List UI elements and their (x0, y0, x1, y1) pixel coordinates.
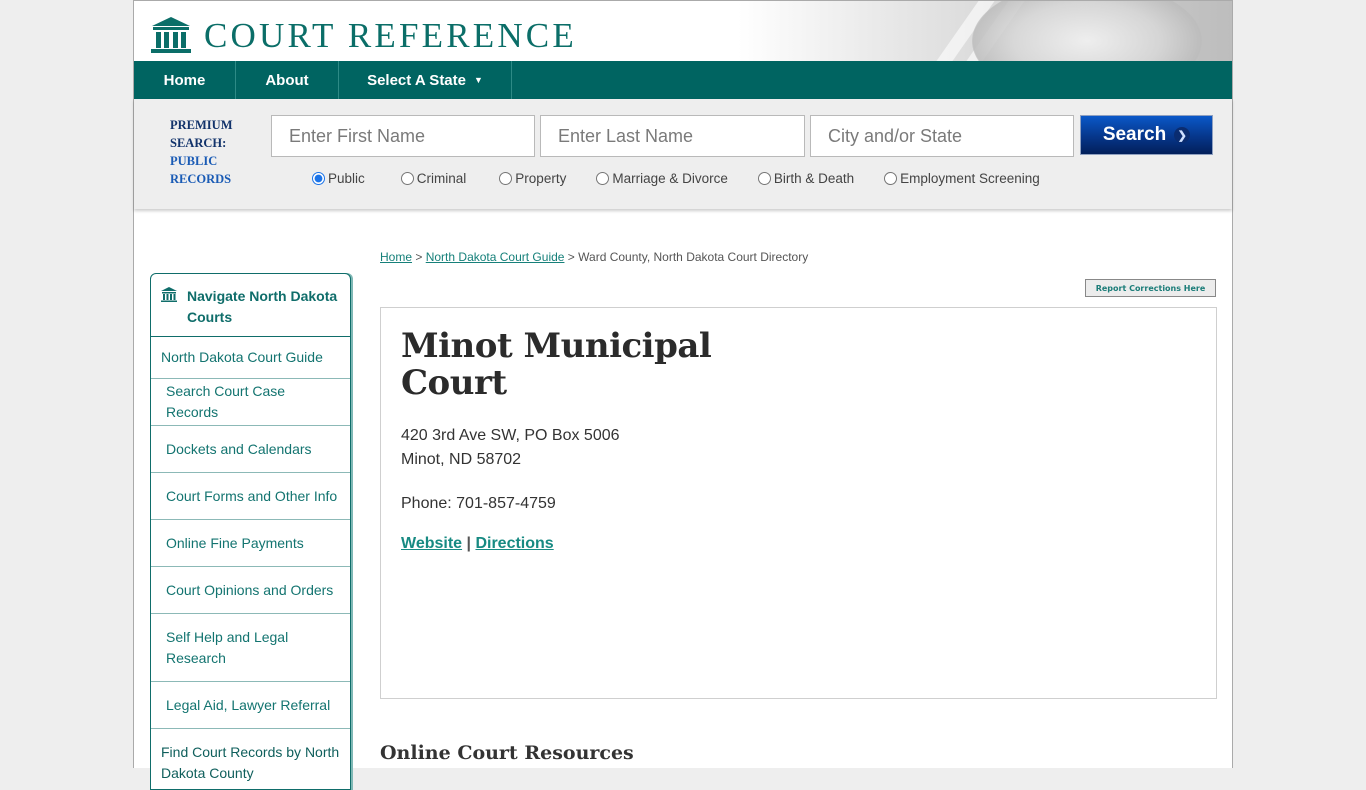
courthouse-icon (161, 287, 177, 302)
radio-label: Public (328, 171, 365, 186)
premium-label-line: RECORDS (170, 172, 232, 186)
caret-down-icon: ▼ (474, 75, 483, 85)
page-container: COURT REFERENCE Home About Select A Stat… (133, 0, 1233, 790)
radio-criminal-input[interactable] (400, 172, 414, 185)
city-state-input[interactable] (810, 115, 1074, 157)
breadcrumb: Home > North Dakota Court Guide > Ward C… (380, 250, 808, 264)
search-panel: PREMIUM SEARCH: PUBLIC RECORDS Search ❯ … (134, 99, 1232, 209)
radio-property[interactable]: Property (499, 171, 566, 186)
sidebar-item-legal-aid[interactable]: Legal Aid, Lawyer Referral (151, 682, 350, 729)
radio-criminal[interactable]: Criminal (400, 171, 467, 186)
online-resources-heading: Online Court Resources (380, 742, 634, 764)
court-links: Website | Directions (401, 535, 554, 553)
nav-select-state-label: Select A State (367, 71, 466, 89)
radio-marriage-divorce[interactable]: Marriage & Divorce (596, 171, 728, 186)
sidebar-item-self-help[interactable]: Self Help and Legal Research (151, 614, 350, 682)
chevron-right-icon: ❯ (1174, 127, 1191, 143)
breadcrumb-separator: > (415, 250, 423, 264)
breadcrumb-separator: > (567, 250, 575, 264)
sidebar-item-court-guide[interactable]: North Dakota Court Guide (151, 337, 350, 379)
court-phone: Phone: 701-857-4759 (401, 495, 556, 512)
premium-search-label: PREMIUM SEARCH: PUBLIC RECORDS (170, 116, 233, 188)
masthead: COURT REFERENCE (134, 1, 1232, 61)
premium-label-line: PREMIUM (170, 118, 233, 132)
radio-marriage-divorce-input[interactable] (596, 172, 610, 185)
premium-label-line: SEARCH: (170, 136, 227, 150)
sidebar-item-dockets-calendars[interactable]: Dockets and Calendars (151, 426, 350, 473)
radio-property-input[interactable] (499, 172, 513, 185)
radio-employment-screening-input[interactable] (884, 172, 898, 185)
site-name: COURT REFERENCE (204, 15, 577, 55)
sidebar-item-label: Find Court Records by North Dakota Count… (161, 744, 340, 781)
address-line-1: 420 3rd Ave SW, PO Box 5006 (401, 427, 620, 444)
record-type-radio-group: Public Criminal Property Marriage & Divo… (312, 171, 1040, 186)
sidebar-item-search-case-records[interactable]: Search Court Case Records (151, 379, 350, 426)
radio-birth-death[interactable]: Birth & Death (757, 171, 855, 186)
sidebar-item-label: Self Help and Legal Research (166, 628, 289, 666)
first-name-input[interactable] (271, 115, 535, 157)
nav-home-label: Home (163, 71, 206, 89)
court-address: 420 3rd Ave SW, PO Box 5006 Minot, ND 58… (401, 424, 620, 472)
nav-about-label: About (265, 71, 309, 89)
radio-label: Birth & Death (773, 171, 855, 186)
nav-about[interactable]: About (236, 61, 339, 99)
breadcrumb-home[interactable]: Home (380, 250, 412, 264)
sidebar-item-label: Search Court Case Records (166, 383, 286, 420)
sidebar-heading: Navigate North Dakota Courts (151, 274, 350, 337)
sidebar-item-court-opinions[interactable]: Court Opinions and Orders (151, 567, 350, 614)
sidebar-heading-text: Navigate North Dakota Courts (187, 288, 338, 325)
website-link[interactable]: Website (401, 535, 462, 552)
nav-home[interactable]: Home (134, 61, 236, 99)
radio-public-input[interactable] (312, 172, 325, 185)
site-logo[interactable]: COURT REFERENCE (150, 16, 577, 54)
report-corrections-button[interactable]: Report Corrections Here (1085, 279, 1216, 297)
radio-label: Criminal (416, 171, 467, 186)
sidebar-item-records-by-county[interactable]: Find Court Records by North Dakota Count… (151, 729, 350, 789)
radio-employment-screening[interactable]: Employment Screening (884, 171, 1040, 186)
courthouse-icon (151, 17, 191, 53)
search-button-label: Search (1102, 124, 1167, 145)
breadcrumb-state-guide[interactable]: North Dakota Court Guide (426, 250, 565, 264)
sidebar-item-court-forms[interactable]: Court Forms and Other Info (151, 473, 350, 520)
nav-select-state[interactable]: Select A State ▼ (339, 61, 512, 99)
sidebar-item-label: Court Opinions and Orders (166, 581, 334, 598)
radio-birth-death-input[interactable] (757, 172, 771, 185)
sidebar-item-label: Court Forms and Other Info (166, 487, 338, 504)
search-button[interactable]: Search ❯ (1080, 115, 1213, 155)
premium-label-line: PUBLIC (170, 154, 218, 168)
sidebar-nav: Navigate North Dakota Courts North Dakot… (150, 273, 351, 790)
column-image (972, 1, 1202, 61)
last-name-input[interactable] (540, 115, 805, 157)
address-line-2: Minot, ND 58702 (401, 451, 522, 468)
radio-label: Marriage & Divorce (612, 171, 728, 186)
breadcrumb-current: Ward County, North Dakota Court Director… (578, 250, 809, 264)
main-nav: Home About Select A State ▼ (134, 61, 1232, 99)
radio-public[interactable]: Public (312, 171, 365, 186)
sidebar-item-label: Dockets and Calendars (166, 440, 312, 457)
sidebar-item-online-fine-payments[interactable]: Online Fine Payments (151, 520, 350, 567)
radio-label: Employment Screening (900, 171, 1040, 186)
court-name: Minot Municipal Court (401, 326, 712, 403)
court-detail-card: Minot Municipal Court 420 3rd Ave SW, PO… (380, 307, 1217, 699)
sidebar-item-label: Legal Aid, Lawyer Referral (166, 696, 331, 713)
radio-label: Property (515, 171, 567, 186)
sidebar-item-label: North Dakota Court Guide (161, 349, 323, 365)
sidebar-item-label: Online Fine Payments (166, 534, 304, 551)
directions-link[interactable]: Directions (475, 535, 553, 552)
link-separator: | (466, 535, 471, 552)
